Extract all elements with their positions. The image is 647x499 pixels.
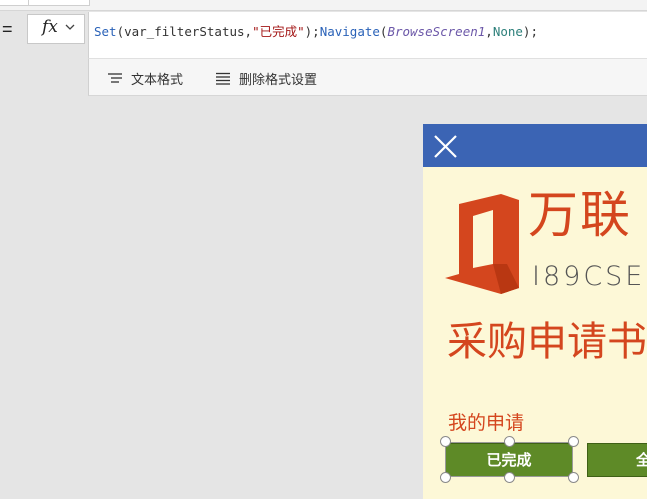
resize-handle[interactable] [440,472,451,483]
logo-english-text: I89CSE [532,261,646,292]
fx-label: fx [42,17,58,37]
equals-sign: = [2,19,13,39]
formula-token: "已完成" [252,24,305,39]
formula-token: Set [94,24,117,39]
remove-format-icon [216,72,230,85]
close-icon[interactable] [433,134,458,159]
resize-handle[interactable] [440,436,451,447]
screen-header-bar [423,124,647,167]
tab-edge [28,0,90,6]
formula-input[interactable]: Set(var_filterStatus,"已完成");Navigate(Bro… [88,12,647,58]
resize-handle[interactable] [568,472,579,483]
formula-format-bar: 文本格式 删除格式设置 [88,58,647,96]
formula-token: BrowseScreen1 [387,24,486,39]
chevron-down-icon [65,24,75,30]
formula-token: , [485,24,493,39]
property-fx-dropdown[interactable]: fx [27,14,85,44]
remove-format-button[interactable]: 删除格式设置 [215,69,317,88]
format-text-icon [108,72,122,83]
format-text-label: 文本格式 [131,72,184,87]
my-requests-label: 我的申请 [448,412,525,434]
resize-handle[interactable] [504,436,515,447]
top-tab-strip [0,0,647,11]
formula-token: Navigate [319,24,380,39]
all-button[interactable]: 全 [587,443,647,477]
app-screen-canvas: 万联 I89CSE 采购申请书 我的申请 已完成 全 [423,124,647,499]
format-text-button[interactable]: 文本格式 [107,69,183,88]
app-title: 采购申请书 [447,319,647,365]
formula-token: var_filterStatus [124,24,245,39]
formula-token: ); [304,24,320,39]
formula-token: , [244,24,253,39]
remove-format-label: 删除格式设置 [239,72,318,87]
office-logo-icon [445,194,519,294]
resize-handle[interactable] [504,472,515,483]
formula-token: None [492,24,523,39]
formula-token: ); [522,24,538,39]
formula-token: ( [116,24,125,39]
formula-text[interactable]: Set(var_filterStatus,"已完成");Navigate(Bro… [94,21,538,40]
logo-chinese-text: 万联 [528,186,632,244]
resize-handle[interactable] [568,436,579,447]
